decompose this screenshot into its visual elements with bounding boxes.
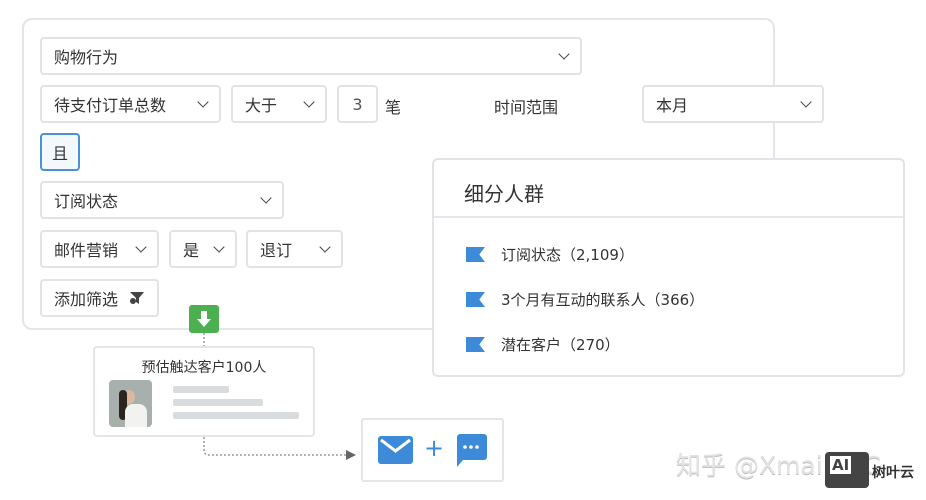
placeholder-line — [173, 386, 229, 393]
watermark-brand: 树叶云 — [872, 465, 914, 481]
segments-panel: 细分人群 订阅状态（2,109） 3个月有互动的联系人（366） 潜在客户（27… — [432, 158, 905, 377]
watermark-logo: AI — [825, 452, 869, 488]
plus-icon: + — [424, 434, 445, 462]
segment-label: 3个月有互动的联系人（366） — [501, 291, 705, 309]
channel-box: + — [361, 418, 504, 482]
segments-title: 细分人群 — [434, 160, 903, 218]
placeholder-line — [173, 412, 299, 419]
segment-item[interactable]: 3个月有互动的联系人（366） — [466, 289, 704, 310]
chat-icon — [457, 434, 487, 467]
flag-icon — [466, 337, 485, 352]
avatar — [109, 380, 152, 427]
flag-icon — [466, 247, 485, 262]
logo-text: AI — [830, 456, 852, 474]
segment-label: 订阅状态（2,109） — [501, 246, 634, 264]
placeholder-line — [173, 399, 263, 406]
estimate-title: 预估触达客户100人 — [141, 360, 267, 376]
segment-label: 潜在客户（270） — [501, 336, 620, 354]
estimate-card: 预估触达客户100人 — [93, 346, 315, 437]
segment-item[interactable]: 订阅状态（2,109） — [466, 244, 634, 265]
flag-icon — [466, 292, 485, 307]
mail-icon — [378, 436, 413, 464]
segment-item[interactable]: 潜在客户（270） — [466, 334, 620, 355]
